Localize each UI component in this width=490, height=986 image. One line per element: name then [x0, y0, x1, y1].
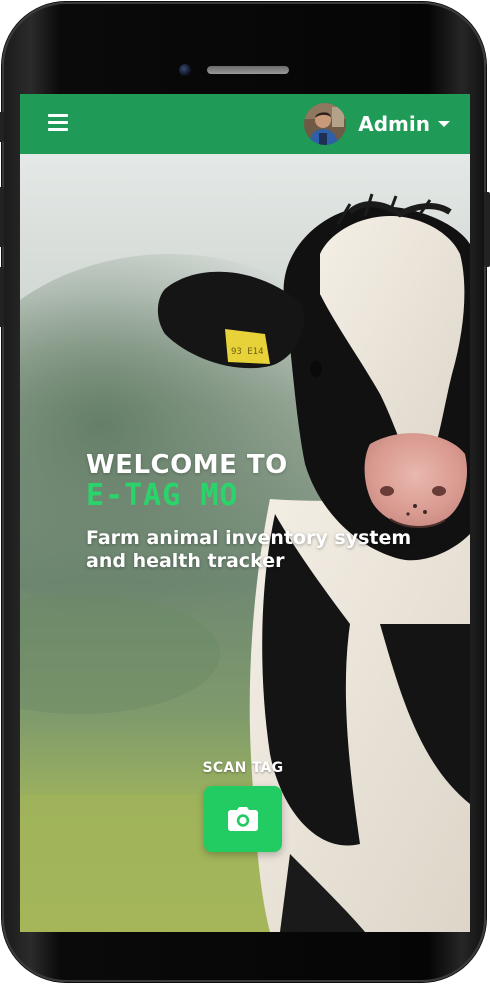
front-camera-icon — [179, 64, 191, 76]
phone-frame: 93 E14 WELCOME TO E-TAG MO Farm animal i… — [0, 2, 490, 982]
camera-icon — [228, 807, 258, 831]
menu-bar-line — [48, 114, 68, 117]
user-name-label: Admin — [358, 112, 430, 136]
top-app-bar: Admin — [20, 94, 470, 154]
menu-bar-line — [48, 121, 68, 124]
phone-volume-down-button — [0, 267, 4, 327]
phone-speaker — [207, 66, 289, 74]
phone-side-button — [0, 112, 4, 142]
phone-power-button — [484, 192, 490, 267]
hamburger-menu-button[interactable] — [48, 114, 68, 132]
caret-down-icon — [438, 121, 450, 127]
user-account-menu[interactable]: Admin — [304, 102, 450, 146]
welcome-heading: WELCOME TO — [86, 450, 288, 480]
app-screen: 93 E14 WELCOME TO E-TAG MO Farm animal i… — [20, 94, 470, 932]
brand-name: E-TAG MO — [86, 478, 239, 513]
phone-volume-up-button — [0, 187, 4, 247]
tagline-text: Farm animal inventory system and health … — [86, 527, 412, 572]
scan-tag-label: SCAN TAG — [202, 760, 284, 776]
user-avatar-image — [304, 103, 347, 145]
avatar — [304, 103, 347, 145]
hero-banner: 93 E14 WELCOME TO E-TAG MO Farm animal i… — [20, 154, 470, 932]
scan-tag-button[interactable] — [204, 786, 282, 852]
menu-bar-line — [48, 128, 68, 131]
svg-text:93 E14: 93 E14 — [231, 347, 264, 357]
